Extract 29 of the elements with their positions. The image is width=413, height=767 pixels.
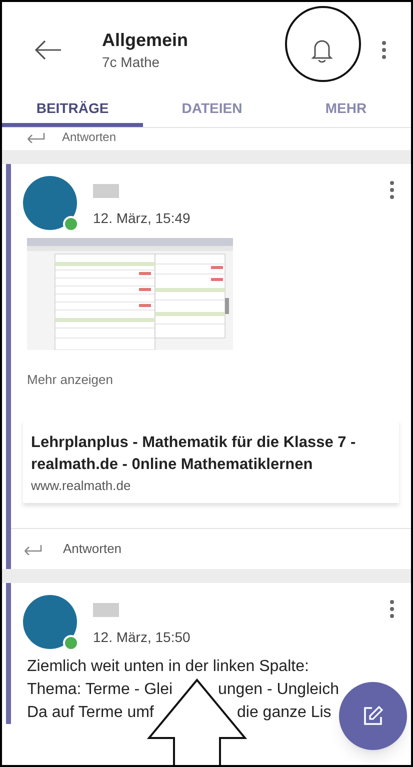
tab[interactable]: MEHR: [281, 98, 411, 127]
message-text: die ganze Lis: [237, 703, 332, 723]
team-name: 7c Mathe: [102, 53, 161, 72]
show-more-link[interactable]: Mehr anzeigen: [27, 370, 411, 390]
avatar[interactable]: [23, 176, 77, 230]
reply-link[interactable]: Antworten: [63, 539, 122, 559]
message-text: Da auf Terme umf: [27, 704, 154, 721]
more-options-icon[interactable]: [389, 599, 395, 619]
reply-icon[interactable]: [26, 131, 46, 143]
link-preview-card[interactable]: Lehrplanplus - Mathematik für die Klasse 7 - realmath.de - 0nline Mathematiklernen www.realmath.de: [23, 420, 399, 503]
message-text: Ziemlich weit unten in der linken Spalte:: [27, 657, 309, 677]
avatar[interactable]: [23, 595, 77, 649]
tab[interactable]: DATEIEN: [143, 98, 281, 127]
blurred-author-name: [93, 184, 119, 198]
tab[interactable]: BEITRÄGE: [2, 98, 143, 127]
more-options-icon[interactable]: [381, 40, 387, 60]
message-text: ungen - Ungleich: [218, 680, 339, 700]
channel-title: Allgemein: [102, 29, 190, 52]
message-text: Thema: Terme - Glei: [27, 681, 173, 698]
compose-icon: [362, 705, 384, 727]
more-options-icon[interactable]: [389, 180, 395, 200]
reply-link[interactable]: Antworten: [62, 129, 116, 145]
post-timestamp: 12. März, 15:50: [93, 629, 192, 645]
reply-icon[interactable]: [23, 543, 43, 555]
post-timestamp: 12. März, 15:49: [93, 210, 192, 226]
link-url: www.realmath.de: [31, 476, 132, 494]
link-title: Lehrplanplus - Mathematik für die Klasse 7 - realmath.de - 0nline Mathematiklernen: [31, 432, 357, 474]
blurred-author-name: [93, 603, 119, 617]
back-icon[interactable]: [34, 40, 62, 60]
